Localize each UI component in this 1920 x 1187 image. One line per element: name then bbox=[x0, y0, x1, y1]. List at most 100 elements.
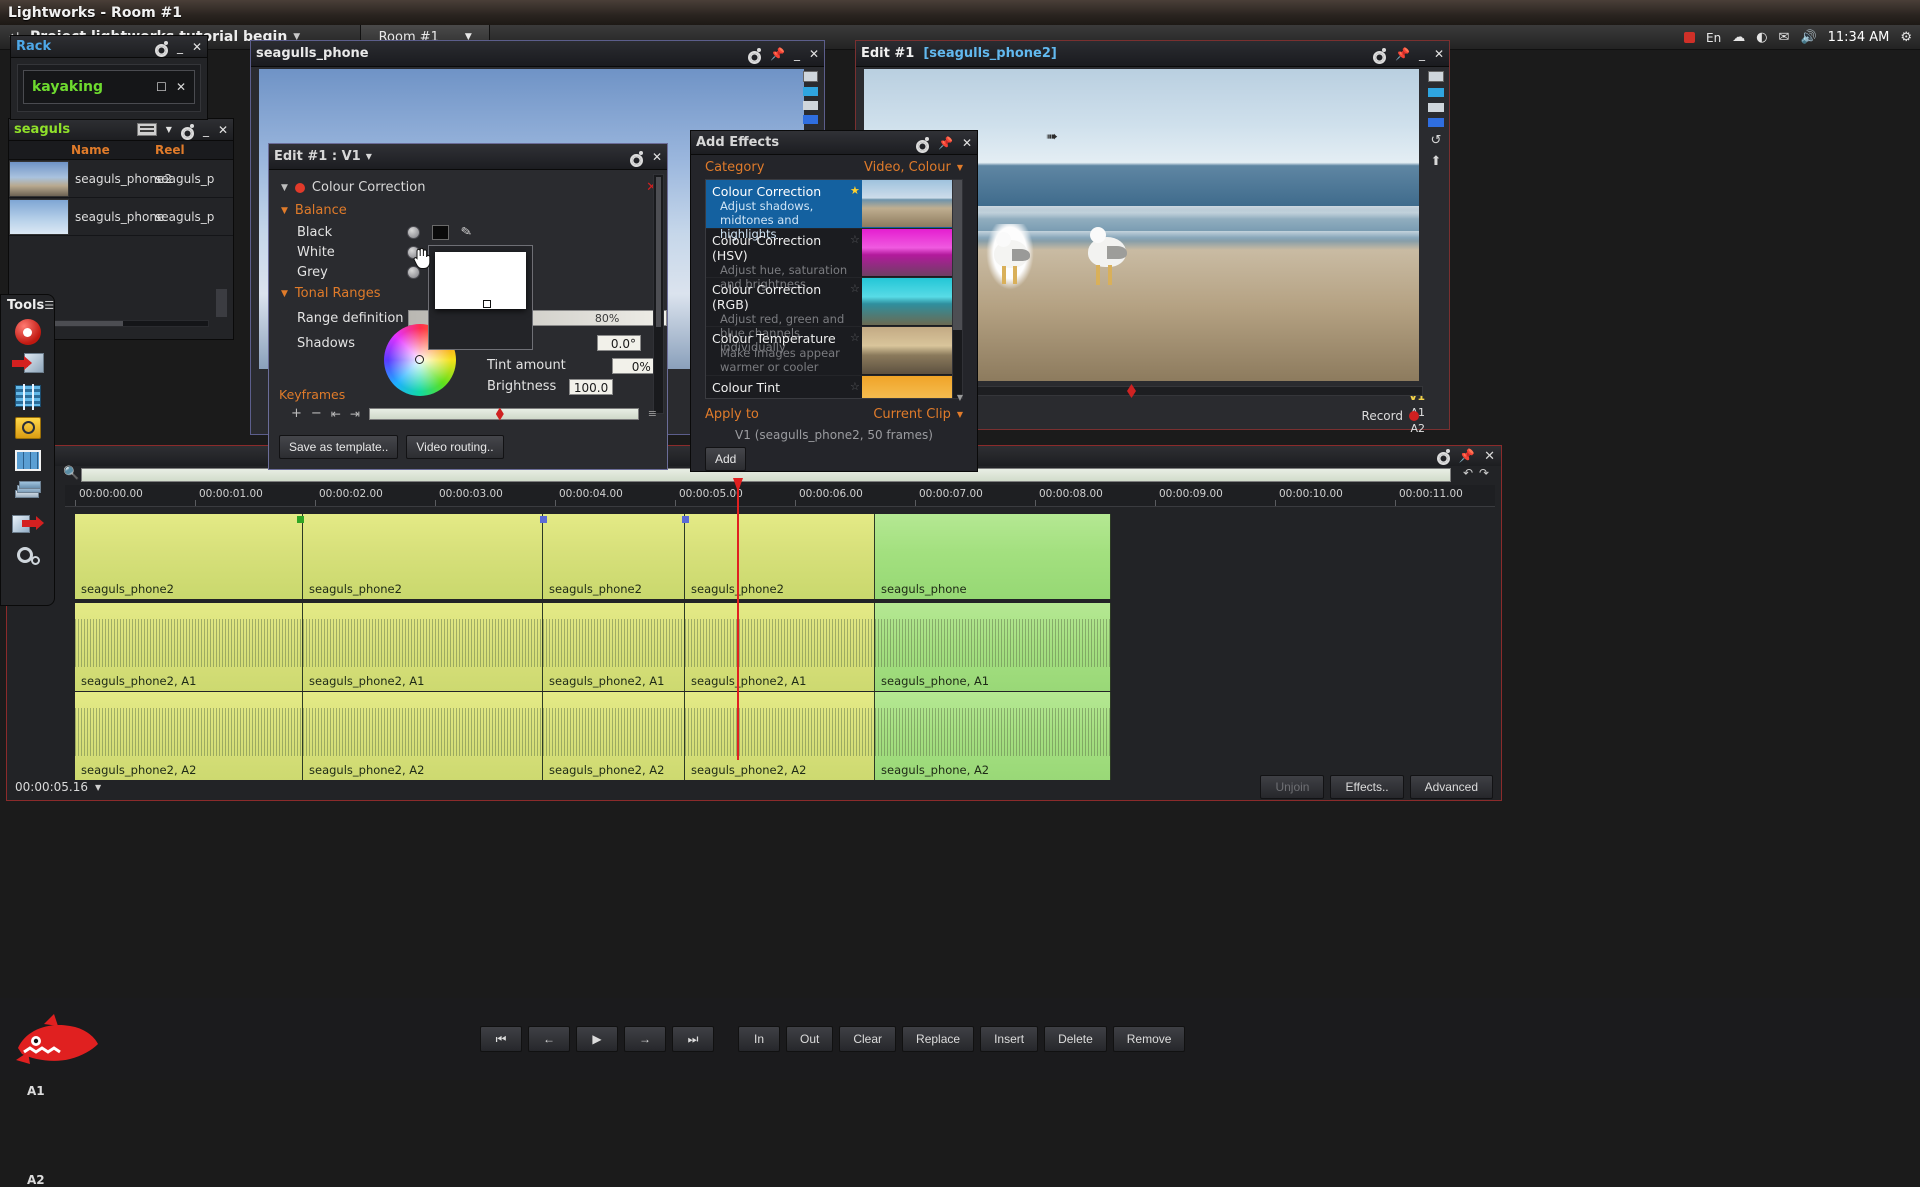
scroll-down-chevron-icon[interactable]: ▼ bbox=[957, 393, 963, 402]
timeline-timecode[interactable]: 00:00:05.16 bbox=[15, 780, 88, 794]
table-row[interactable]: seaguls_phone seaguls_p bbox=[9, 198, 233, 236]
record-button-icon[interactable] bbox=[10, 317, 46, 347]
effects-button[interactable]: Effects.. bbox=[1330, 775, 1404, 799]
cc-chevron-down-icon[interactable]: ▼ bbox=[366, 152, 372, 161]
search-folder-icon[interactable] bbox=[10, 413, 46, 443]
minimize-icon[interactable]: _ bbox=[1419, 47, 1425, 61]
clip-marker[interactable] bbox=[682, 516, 689, 523]
gear-icon[interactable] bbox=[1372, 47, 1386, 64]
go-to-end-button[interactable]: ⏭ bbox=[672, 1026, 714, 1052]
import-clip-icon[interactable] bbox=[10, 349, 46, 379]
remove-keyframe-icon[interactable]: − bbox=[311, 406, 322, 421]
redo-icon[interactable]: ↷ bbox=[1479, 466, 1489, 480]
colour-picker-popup[interactable] bbox=[428, 245, 533, 350]
cc-balance-row-black[interactable]: Black ✎ bbox=[269, 222, 667, 242]
mail-icon[interactable]: ✉ bbox=[1779, 31, 1790, 44]
close-icon[interactable]: ✕ bbox=[1434, 47, 1444, 61]
favourite-star-icon[interactable]: ☆ bbox=[850, 327, 862, 375]
loop-icon[interactable]: ↺ bbox=[1431, 133, 1442, 148]
timeline-clip[interactable]: seaguls_phone2 bbox=[682, 514, 875, 599]
collapse-chevron-icon[interactable]: ▼ bbox=[281, 183, 288, 193]
apply-to-row[interactable]: Apply to Current Clip ▼ bbox=[705, 407, 963, 422]
list-item[interactable]: Colour Temperature Make images appear wa… bbox=[706, 327, 952, 376]
effects-list-scrollbar[interactable] bbox=[952, 179, 963, 399]
timeline-track-a1[interactable]: seaguls_phone2, A1 seaguls_phone2, A1 se… bbox=[65, 603, 1495, 691]
add-keyframe-icon[interactable]: + bbox=[291, 406, 302, 421]
settings-cog-icon[interactable] bbox=[10, 541, 46, 571]
list-item[interactable]: Colour Tint ☆ bbox=[706, 376, 952, 398]
timeline-clip[interactable]: seaguls_phone2 bbox=[540, 514, 685, 599]
mark-out-button[interactable]: Out bbox=[786, 1026, 834, 1052]
track-strip-icon[interactable] bbox=[1428, 103, 1444, 112]
category-row[interactable]: Category Video, Colour ▼ bbox=[691, 155, 977, 179]
timeline-clip[interactable]: seaguls_phone, A1 bbox=[875, 603, 1111, 691]
close-icon[interactable]: ✕ bbox=[809, 47, 819, 61]
apply-to-value[interactable]: Current Clip bbox=[873, 407, 951, 422]
close-icon[interactable]: ✕ bbox=[176, 80, 186, 94]
export-icon[interactable] bbox=[10, 509, 46, 539]
pin-icon[interactable]: ☰ bbox=[44, 299, 54, 312]
language-indicator[interactable]: En bbox=[1706, 32, 1721, 44]
track-strip-icon[interactable] bbox=[1428, 118, 1444, 127]
replace-button[interactable]: Replace bbox=[902, 1026, 975, 1052]
track-strip-icon[interactable] bbox=[802, 115, 818, 124]
timeline-clip[interactable]: seaguls_phone, A2 bbox=[875, 692, 1111, 780]
undo-icon[interactable]: ↶ bbox=[1463, 466, 1473, 480]
timeline-clip[interactable]: seaguls_phone2 bbox=[75, 514, 303, 599]
gear-icon[interactable] bbox=[915, 136, 929, 153]
save-as-template-button[interactable]: Save as template.. bbox=[279, 435, 399, 459]
cc-effect-header[interactable]: ▼ Colour Correction ✕ bbox=[269, 176, 667, 199]
close-icon[interactable]: ✕ bbox=[652, 150, 662, 164]
timeline-track-a2[interactable]: seaguls_phone2, A2 seaguls_phone2, A2 se… bbox=[65, 692, 1495, 780]
upload-icon[interactable]: ⬆ bbox=[1431, 154, 1442, 169]
timeline-track-v1[interactable]: seaguls_phone2 seaguls_phone2 seaguls_ph… bbox=[65, 514, 1495, 599]
tint-value[interactable]: 0% bbox=[611, 357, 656, 374]
list-view-icon[interactable] bbox=[136, 123, 157, 136]
timeline-clip[interactable]: seaguls_phone2 bbox=[297, 514, 543, 599]
search-icon[interactable]: 🔍 bbox=[63, 466, 79, 481]
close-icon[interactable]: ✕ bbox=[962, 136, 972, 150]
close-icon[interactable]: ✕ bbox=[218, 123, 228, 137]
favourite-star-icon[interactable]: ☆ bbox=[850, 376, 862, 398]
keyframe-clock-icon[interactable] bbox=[407, 225, 420, 239]
wifi-icon[interactable]: ◐ bbox=[1756, 31, 1767, 44]
eyedropper-icon[interactable]: ✎ bbox=[460, 224, 473, 241]
pin-icon[interactable]: 📌 bbox=[938, 136, 953, 150]
insert-button[interactable]: Insert bbox=[980, 1026, 1039, 1052]
minimize-icon[interactable]: _ bbox=[794, 47, 800, 61]
fullscreen-icon[interactable] bbox=[1428, 71, 1444, 82]
go-to-start-button[interactable]: ⏮ bbox=[480, 1026, 522, 1052]
minimize-icon[interactable]: _ bbox=[203, 123, 209, 137]
category-value[interactable]: Video, Colour bbox=[864, 160, 951, 175]
track-label-a2[interactable]: A2 bbox=[27, 1173, 45, 1187]
colour-picker-handle[interactable] bbox=[483, 300, 491, 308]
favourite-star-icon[interactable]: ★ bbox=[850, 180, 862, 228]
timeline-clip[interactable]: seaguls_phone2, A2 bbox=[303, 692, 543, 780]
timeline-tool-icon[interactable] bbox=[10, 381, 46, 411]
add-button[interactable]: Add bbox=[705, 447, 747, 471]
view-chevron-down-icon[interactable]: ▼ bbox=[166, 125, 172, 134]
pin-icon[interactable]: 📌 bbox=[1459, 449, 1475, 464]
pin-icon[interactable]: 📌 bbox=[1395, 47, 1410, 61]
bin-col-name[interactable]: Name bbox=[71, 143, 155, 157]
record-control[interactable]: Record bbox=[1362, 409, 1419, 423]
timecode-chevron-down-icon[interactable]: ▼ bbox=[95, 783, 101, 792]
colour-wheel-handle[interactable] bbox=[415, 355, 424, 364]
category-chevron-down-icon[interactable]: ▼ bbox=[957, 163, 963, 172]
gear-icon[interactable] bbox=[154, 40, 168, 57]
power-menu-icon[interactable]: ⚙ bbox=[1900, 31, 1912, 44]
step-back-button[interactable]: ← bbox=[528, 1026, 570, 1052]
advanced-button[interactable]: Advanced bbox=[1409, 775, 1493, 799]
pin-icon[interactable]: 📌 bbox=[770, 47, 785, 61]
effects-list[interactable]: Colour Correction Adjust shadows, midton… bbox=[705, 179, 953, 399]
minimize-icon[interactable]: _ bbox=[177, 40, 183, 54]
track-label-a2[interactable]: A2 bbox=[1409, 421, 1425, 437]
maximize-icon[interactable]: ☐ bbox=[156, 80, 167, 94]
unjoin-button[interactable]: Unjoin bbox=[1260, 775, 1325, 799]
gear-icon[interactable] bbox=[1436, 448, 1450, 465]
gear-icon[interactable] bbox=[180, 123, 194, 140]
track-strip-icon[interactable] bbox=[802, 87, 818, 96]
scrubber-playhead[interactable] bbox=[1127, 384, 1136, 398]
clip-marker[interactable] bbox=[540, 516, 547, 523]
timeline-clip[interactable]: seaguls_phone bbox=[875, 514, 1111, 599]
